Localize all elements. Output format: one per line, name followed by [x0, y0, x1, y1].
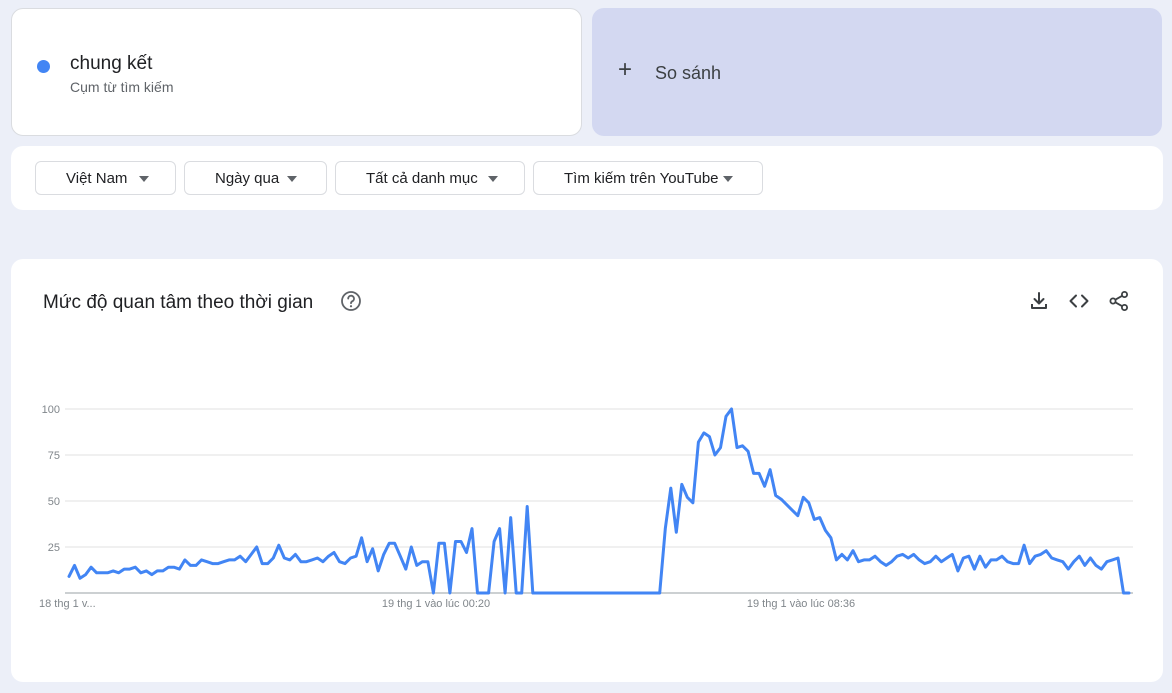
- compare-button[interactable]: + So sánh: [592, 8, 1162, 136]
- caret-down-icon: [139, 176, 149, 182]
- x-tick-label: 19 thg 1 vào lúc 08:36: [747, 598, 855, 610]
- caret-down-icon: [723, 176, 733, 182]
- time-filter[interactable]: Ngày qua: [184, 161, 327, 195]
- time-filter-label: Ngày qua: [215, 170, 280, 187]
- filter-bar: Việt Nam Ngày qua Tất cả danh mục Tìm ki…: [11, 146, 1163, 210]
- y-tick-label: 25: [48, 542, 60, 554]
- x-tick-label: 19 thg 1 vào lúc 00:20: [382, 598, 490, 610]
- caret-down-icon: [287, 176, 297, 182]
- category-filter-label: Tất cả danh mục: [366, 170, 478, 187]
- y-axis-ticks: 25 50 75 100: [42, 404, 60, 554]
- search-term-title: chung kết: [70, 53, 153, 74]
- x-axis-ticks: 18 thg 1 v... 19 thg 1 vào lúc 00:20 19 th…: [39, 598, 855, 610]
- interest-over-time-card: Mức độ quan tâm theo thời gian 25 50 75 100…: [11, 259, 1163, 682]
- compare-label: So sánh: [655, 63, 722, 83]
- caret-down-icon: [488, 176, 498, 182]
- term-color-dot: [37, 60, 50, 73]
- region-filter-label: Việt Nam: [66, 170, 128, 187]
- region-filter[interactable]: Việt Nam: [35, 161, 176, 195]
- y-tick-label: 100: [42, 404, 60, 416]
- x-tick-label: 18 thg 1 v...: [39, 598, 96, 610]
- search-type-filter[interactable]: Tìm kiếm trên YouTube: [533, 161, 763, 195]
- y-tick-label: 50: [48, 496, 60, 508]
- y-tick-label: 75: [48, 450, 60, 462]
- search-term-subtitle: Cụm từ tìm kiếm: [70, 79, 174, 95]
- search-type-filter-label: Tìm kiếm trên YouTube: [564, 170, 719, 187]
- search-term-card[interactable]: chung kết Cụm từ tìm kiếm: [11, 8, 582, 136]
- category-filter[interactable]: Tất cả danh mục: [335, 161, 525, 195]
- plus-icon: +: [618, 56, 633, 83]
- line-chart: 25 50 75 100 18 thg 1 v... 19 thg 1 vào lúc …: [39, 404, 1133, 610]
